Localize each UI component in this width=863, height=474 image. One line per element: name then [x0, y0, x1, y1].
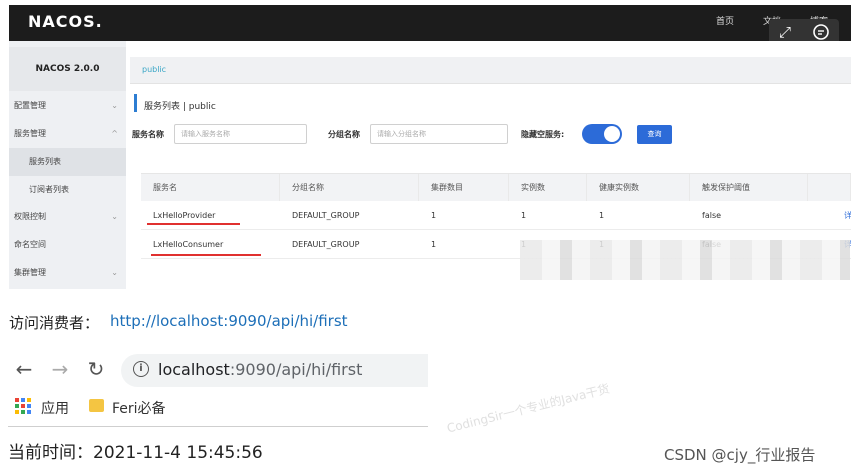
title-accent — [134, 94, 137, 112]
cell-instances: 1 — [509, 201, 587, 230]
hide-empty-label: 隐藏空服务: — [521, 130, 565, 139]
col-header-group: 分组名称 — [280, 174, 419, 201]
sidebar-item-service[interactable]: 服务管理 ^ — [9, 120, 126, 148]
service-name-label: 服务名称 — [132, 130, 164, 139]
top-bar: NACOS. 首页 文档 博客 — [9, 5, 851, 41]
detail-link[interactable]: 详 — [808, 201, 851, 230]
sidebar-item-label: 命名空间 — [14, 240, 46, 249]
nav-home[interactable]: 首页 — [716, 14, 734, 27]
cell-threshold: false — [690, 201, 808, 230]
watermark-text: CodingSir一个专业的Java干货 — [445, 381, 612, 436]
version-label: NACOS 2.0.0 — [9, 47, 126, 91]
bookmark-apps[interactable]: 应用 — [41, 398, 69, 418]
url-text[interactable]: localhost:9090/api/hi/first — [158, 360, 362, 379]
cell-group: DEFAULT_GROUP — [280, 230, 419, 259]
visit-link[interactable]: http://localhost:9090/api/hi/first — [110, 312, 348, 330]
cell-group: DEFAULT_GROUP — [280, 201, 419, 230]
sidebar-item-cluster[interactable]: 集群管理 ⌄ — [9, 259, 126, 287]
red-underline — [147, 223, 240, 225]
chevron-down-icon: ⌄ — [111, 101, 118, 110]
toggle-knob — [604, 126, 620, 142]
cell-healthy: 1 — [587, 201, 690, 230]
sidebar-item-label: 配置管理 — [14, 101, 46, 110]
col-header-healthy: 健康实例数 — [587, 174, 690, 201]
group-name-input[interactable]: 请输入分组名称 — [370, 124, 508, 144]
sidebar-item-config[interactable]: 配置管理 ⌄ — [9, 92, 126, 120]
sidebar-item-subscribers[interactable]: 订阅者列表 — [9, 176, 126, 204]
url-path: :9090/api/hi/first — [229, 360, 363, 379]
col-header-instances: 实例数 — [509, 174, 587, 201]
chevron-down-icon: ⌄ — [111, 212, 118, 221]
sidebar-item-label: 服务管理 — [14, 129, 46, 138]
sidebar-item-auth[interactable]: 权限控制 ⌄ — [9, 203, 126, 231]
info-icon[interactable]: i — [133, 361, 149, 377]
group-name-label: 分组名称 — [328, 130, 360, 139]
sidebar-item-namespace[interactable]: 命名空间 — [9, 231, 126, 259]
breadcrumb[interactable]: public — [142, 65, 166, 74]
nacos-logo: NACOS. — [28, 12, 103, 31]
bookmark-feri[interactable]: Feri必备 — [112, 398, 166, 418]
sidebar-item-label: 权限控制 — [14, 212, 46, 221]
url-host: localhost — [158, 360, 230, 379]
sidebar-item-label: 订阅者列表 — [29, 185, 69, 194]
page-title: 服务列表 | public — [144, 102, 216, 112]
csdn-watermark: CSDN @cjy_行业报告 — [664, 446, 816, 464]
cell-service: LxHelloProvider — [141, 201, 280, 230]
red-underline — [151, 254, 261, 256]
back-icon[interactable]: ← — [12, 357, 36, 381]
sidebar-item-label: 集群管理 — [14, 268, 46, 277]
breadcrumb-bar: public — [130, 57, 851, 84]
col-header-ops — [808, 174, 851, 201]
chevron-up-icon: ^ — [111, 129, 118, 138]
col-header-threshold: 触发保护阈值 — [690, 174, 808, 201]
cell-clusters: 1 — [419, 230, 509, 259]
sidebar-item-label: 服务列表 — [29, 157, 61, 166]
query-button[interactable]: 查询 — [637, 125, 672, 144]
visit-label: 访问消费者： — [9, 314, 100, 332]
sidebar-item-service-list[interactable]: 服务列表 — [9, 148, 126, 176]
col-header-clusters: 集群数目 — [419, 174, 509, 201]
chevron-down-icon: ⌄ — [111, 268, 118, 277]
col-header-service: 服务名 — [141, 174, 280, 201]
current-time-text: 当前时间：2021-11-4 15:45:56 — [8, 443, 263, 463]
table-row: LxHelloProvider DEFAULT_GROUP 1 1 1 fals… — [141, 201, 851, 230]
apps-grid-icon[interactable] — [15, 398, 31, 414]
comment-icon[interactable] — [809, 21, 833, 43]
forward-icon[interactable]: → — [48, 357, 72, 381]
cell-clusters: 1 — [419, 201, 509, 230]
reload-icon[interactable]: ↻ — [84, 357, 108, 381]
service-name-input[interactable]: 请输入服务名称 — [174, 124, 307, 144]
folder-icon[interactable] — [89, 399, 104, 412]
bookmarks-divider — [8, 426, 428, 427]
expand-icon[interactable]: ⤢ — [773, 21, 797, 43]
blurred-region — [520, 240, 850, 280]
